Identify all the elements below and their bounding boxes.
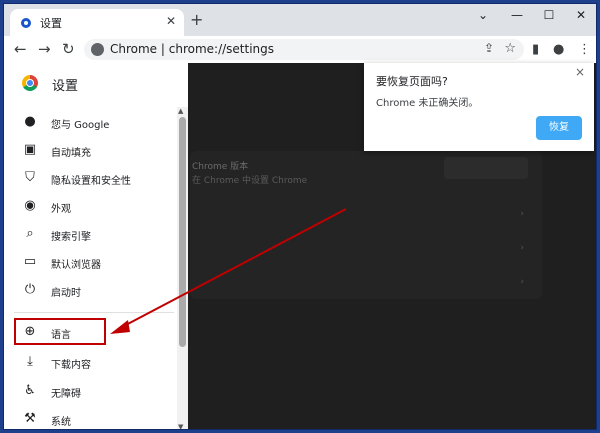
sidebar-item-autofill[interactable]: ▣ 自动填充 [4, 137, 176, 165]
search-icon: ⌕ [26, 226, 34, 241]
menu-divider [14, 312, 174, 313]
person-icon: ● [24, 114, 36, 129]
side-panel-icon[interactable]: ▮ [532, 42, 539, 57]
restore-button[interactable]: 恢复 [536, 116, 582, 140]
card-action-button[interactable] [444, 157, 528, 179]
card-subtitle: 在 Chrome 中设置 Chrome [192, 176, 308, 186]
restore-pages-dialog: 要恢复页面吗? Chrome 未正确关闭。 × 恢复 [364, 63, 594, 151]
languages-highlight-box [14, 318, 106, 345]
chevron-right-icon[interactable]: › [520, 277, 524, 287]
sidebar-item-system[interactable]: ⚒ 系统 [4, 406, 176, 429]
page-title: 设置 [52, 79, 79, 94]
sidebar-item-label: 下载内容 [51, 360, 91, 371]
tab-title: 设置 [40, 17, 62, 30]
sidebar-item-label: 隐私设置和安全性 [51, 176, 131, 187]
reload-button[interactable]: ↻ [62, 40, 75, 58]
browser-window: 设置 ✕ + ⌄ — ☐ ✕ ← → ↻ Chrome | chrome://s… [3, 3, 597, 430]
tab-search-button[interactable]: ⌄ [468, 8, 498, 22]
sidebar-item-on-startup[interactable]: ⏻ 启动时 [4, 277, 176, 305]
scrollbar-thumb[interactable] [179, 117, 186, 347]
shield-icon: ⛉ [25, 170, 35, 185]
toolbar: ← → ↻ Chrome | chrome://settings ⇪ ☆ ▮ ●… [4, 36, 596, 64]
chevron-right-icon[interactable]: › [520, 209, 524, 219]
sidebar-item-accessibility[interactable]: ♿ 无障碍 [4, 378, 176, 406]
tab-strip: 设置 ✕ + ⌄ — ☐ ✕ [4, 4, 596, 36]
wrench-icon: ⚒ [24, 411, 36, 426]
sidebar-item-default-browser[interactable]: ▭ 默认浏览器 [4, 249, 176, 277]
window-close-button[interactable]: ✕ [566, 8, 596, 22]
power-icon: ⏻ [24, 282, 36, 297]
tab-settings[interactable]: 设置 ✕ [10, 9, 184, 36]
chevron-right-icon[interactable]: › [520, 243, 524, 253]
sidebar-item-label: 无障碍 [51, 389, 81, 400]
sidebar-scrollbar[interactable]: ▲ ▼ [177, 107, 188, 429]
download-icon: ⤓ [27, 354, 33, 369]
sidebar-item-label: 自动填充 [51, 148, 91, 159]
sidebar-item-you-and-google[interactable]: ● 您与 Google [4, 109, 176, 137]
profile-avatar-icon[interactable]: ● [553, 42, 564, 57]
sidebar-item-search-engine[interactable]: ⌕ 搜索引擎 [4, 221, 176, 249]
tab-close-button[interactable]: ✕ [166, 14, 176, 28]
new-tab-button[interactable]: + [190, 10, 203, 30]
card-title: Chrome 版本 [192, 162, 249, 172]
settings-card: Chrome 版本 在 Chrome 中设置 Chrome › › › [190, 151, 542, 299]
address-text[interactable]: Chrome | chrome://settings [110, 42, 274, 56]
sidebar-item-label: 您与 Google [51, 120, 110, 131]
sidebar-item-label: 外观 [51, 204, 71, 215]
share-icon[interactable]: ⇪ [484, 41, 494, 55]
maximize-button[interactable]: ☐ [534, 8, 564, 22]
menu-icon[interactable]: ⋮ [578, 42, 591, 57]
accessibility-icon: ♿ [24, 383, 36, 398]
scroll-up-arrow-icon[interactable]: ▲ [178, 107, 183, 115]
gear-icon [21, 18, 31, 28]
sidebar-item-label: 默认浏览器 [51, 260, 101, 271]
clipboard-icon: ▣ [23, 142, 37, 157]
palette-icon: ◉ [24, 198, 36, 213]
sidebar-item-downloads[interactable]: ⤓ 下载内容 [4, 349, 176, 377]
sidebar-item-label: 搜索引擎 [51, 232, 91, 243]
minimize-button[interactable]: — [502, 8, 532, 22]
sidebar-item-appearance[interactable]: ◉ 外观 [4, 193, 176, 221]
forward-button[interactable]: → [38, 40, 51, 58]
sidebar-item-label: 系统 [51, 417, 71, 428]
dialog-message: Chrome 未正确关闭。 [376, 98, 479, 109]
bookmark-star-icon[interactable]: ☆ [504, 41, 516, 56]
scroll-down-arrow-icon[interactable]: ▼ [178, 423, 183, 429]
sidebar-item-label: 启动时 [51, 288, 81, 299]
site-info-icon[interactable] [91, 43, 104, 56]
dialog-close-icon[interactable]: × [575, 65, 585, 79]
chrome-logo-icon [22, 75, 38, 91]
browser-icon: ▭ [23, 254, 37, 269]
address-bar[interactable]: Chrome | chrome://settings ⇪ ☆ [84, 39, 524, 60]
back-button[interactable]: ← [14, 40, 27, 58]
settings-sidebar: 设置 ● 您与 Google ▣ 自动填充 ⛉ 隐私设置和安全性 ◉ 外观 ⌕ … [4, 63, 188, 429]
sidebar-item-privacy[interactable]: ⛉ 隐私设置和安全性 [4, 165, 176, 193]
dialog-title: 要恢复页面吗? [376, 75, 448, 88]
